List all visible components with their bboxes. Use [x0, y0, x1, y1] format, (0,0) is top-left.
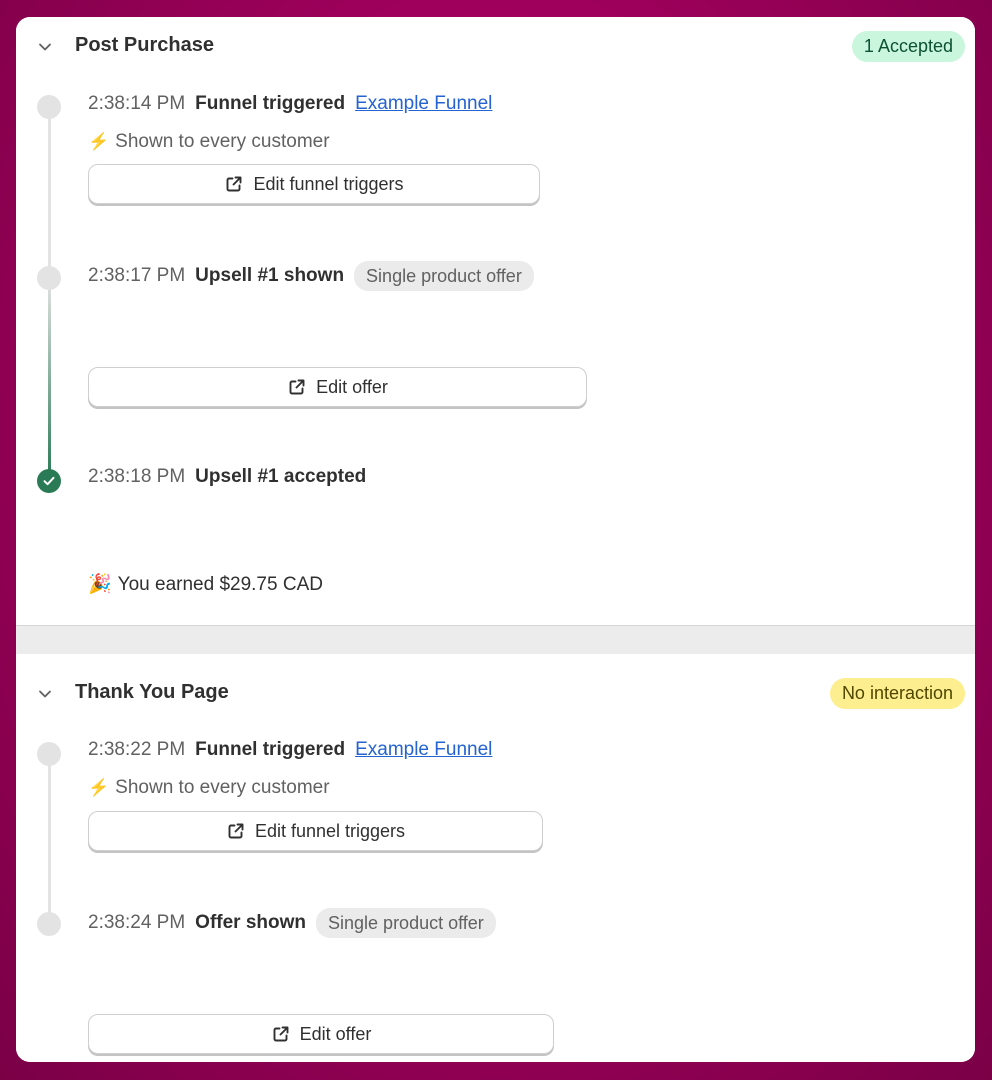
event-label: Offer shown — [195, 912, 307, 934]
timeline-event: 2:38:17 PM Upsell #1 shown Single product … — [88, 261, 534, 291]
chevron-down-icon[interactable] — [38, 40, 52, 54]
offer-type-pill: Single product offer — [316, 908, 496, 938]
check-circle-icon — [37, 469, 61, 493]
trigger-note: ⚡ Shown to every customer — [88, 775, 330, 801]
lightning-icon: ⚡ — [88, 778, 110, 797]
timeline-rail — [48, 109, 51, 272]
earned-note: 🎉 You earned $29.75 CAD — [88, 572, 323, 598]
button-label: Edit funnel triggers — [253, 173, 404, 194]
timeline-rail-progress — [48, 279, 51, 479]
section-title[interactable]: Thank You Page — [75, 681, 229, 704]
edit-offer-button[interactable]: Edit offer — [88, 367, 587, 407]
trigger-note: ⚡ Shown to every customer — [88, 129, 330, 155]
post-purchase-section: Post Purchase 1 Accepted 2:38:14 PM Funne… — [16, 17, 975, 625]
offer-type-pill: Single product offer — [354, 261, 534, 291]
funnel-link[interactable]: Example Funnel — [355, 739, 492, 760]
event-time: 2:38:17 PM — [88, 265, 186, 287]
timeline-dot — [37, 266, 61, 290]
edit-funnel-triggers-button[interactable]: Edit funnel triggers — [88, 164, 540, 204]
timeline-dot — [37, 912, 61, 936]
button-label: Edit offer — [316, 376, 388, 397]
chevron-down-icon[interactable] — [38, 687, 52, 701]
funnel-activity-card: Post Purchase 1 Accepted 2:38:14 PM Funne… — [16, 17, 975, 1062]
event-label: Upsell #1 shown — [195, 265, 345, 287]
timeline-rail — [48, 755, 51, 924]
timeline-dot — [37, 95, 61, 119]
status-badge: 1 Accepted — [851, 31, 965, 62]
timeline-event: 2:38:24 PM Offer shown Single product offe… — [88, 908, 496, 938]
trigger-note-text: Shown to every customer — [115, 131, 330, 152]
external-link-icon — [287, 377, 307, 397]
status-badge: No interaction — [829, 678, 965, 709]
event-time: 2:38:18 PM — [88, 466, 186, 487]
event-label: Funnel triggered — [195, 739, 346, 760]
external-link-icon — [271, 1024, 291, 1044]
funnel-link[interactable]: Example Funnel — [355, 93, 492, 114]
section-divider — [16, 625, 975, 655]
earned-text: You earned $29.75 CAD — [117, 574, 323, 595]
button-label: Edit funnel triggers — [254, 820, 406, 841]
section-title[interactable]: Post Purchase — [75, 34, 214, 57]
edit-offer-button[interactable]: Edit offer — [88, 1014, 554, 1054]
trigger-note-text: Shown to every customer — [115, 777, 330, 798]
external-link-icon — [224, 174, 244, 194]
event-time: 2:38:22 PM — [88, 739, 186, 760]
timeline-event: 2:38:14 PM Funnel triggered Example Funnel — [88, 91, 492, 117]
timeline-dot — [37, 742, 61, 766]
timeline-event: 2:38:22 PM Funnel triggered Example Funnel — [88, 737, 492, 763]
event-label: Funnel triggered — [195, 93, 346, 114]
thank-you-page-section: Thank You Page No interaction 2:38:22 PM… — [16, 654, 975, 1062]
external-link-icon — [226, 821, 246, 841]
button-label: Edit offer — [299, 1023, 372, 1044]
event-label: Upsell #1 accepted — [195, 466, 367, 487]
lightning-icon: ⚡ — [88, 132, 110, 151]
edit-funnel-triggers-button[interactable]: Edit funnel triggers — [88, 811, 543, 851]
timeline-event: 2:38:18 PM Upsell #1 accepted — [88, 464, 376, 490]
party-popper-icon: 🎉 — [88, 574, 112, 595]
event-time: 2:38:24 PM — [88, 912, 186, 934]
event-time: 2:38:14 PM — [88, 93, 186, 114]
